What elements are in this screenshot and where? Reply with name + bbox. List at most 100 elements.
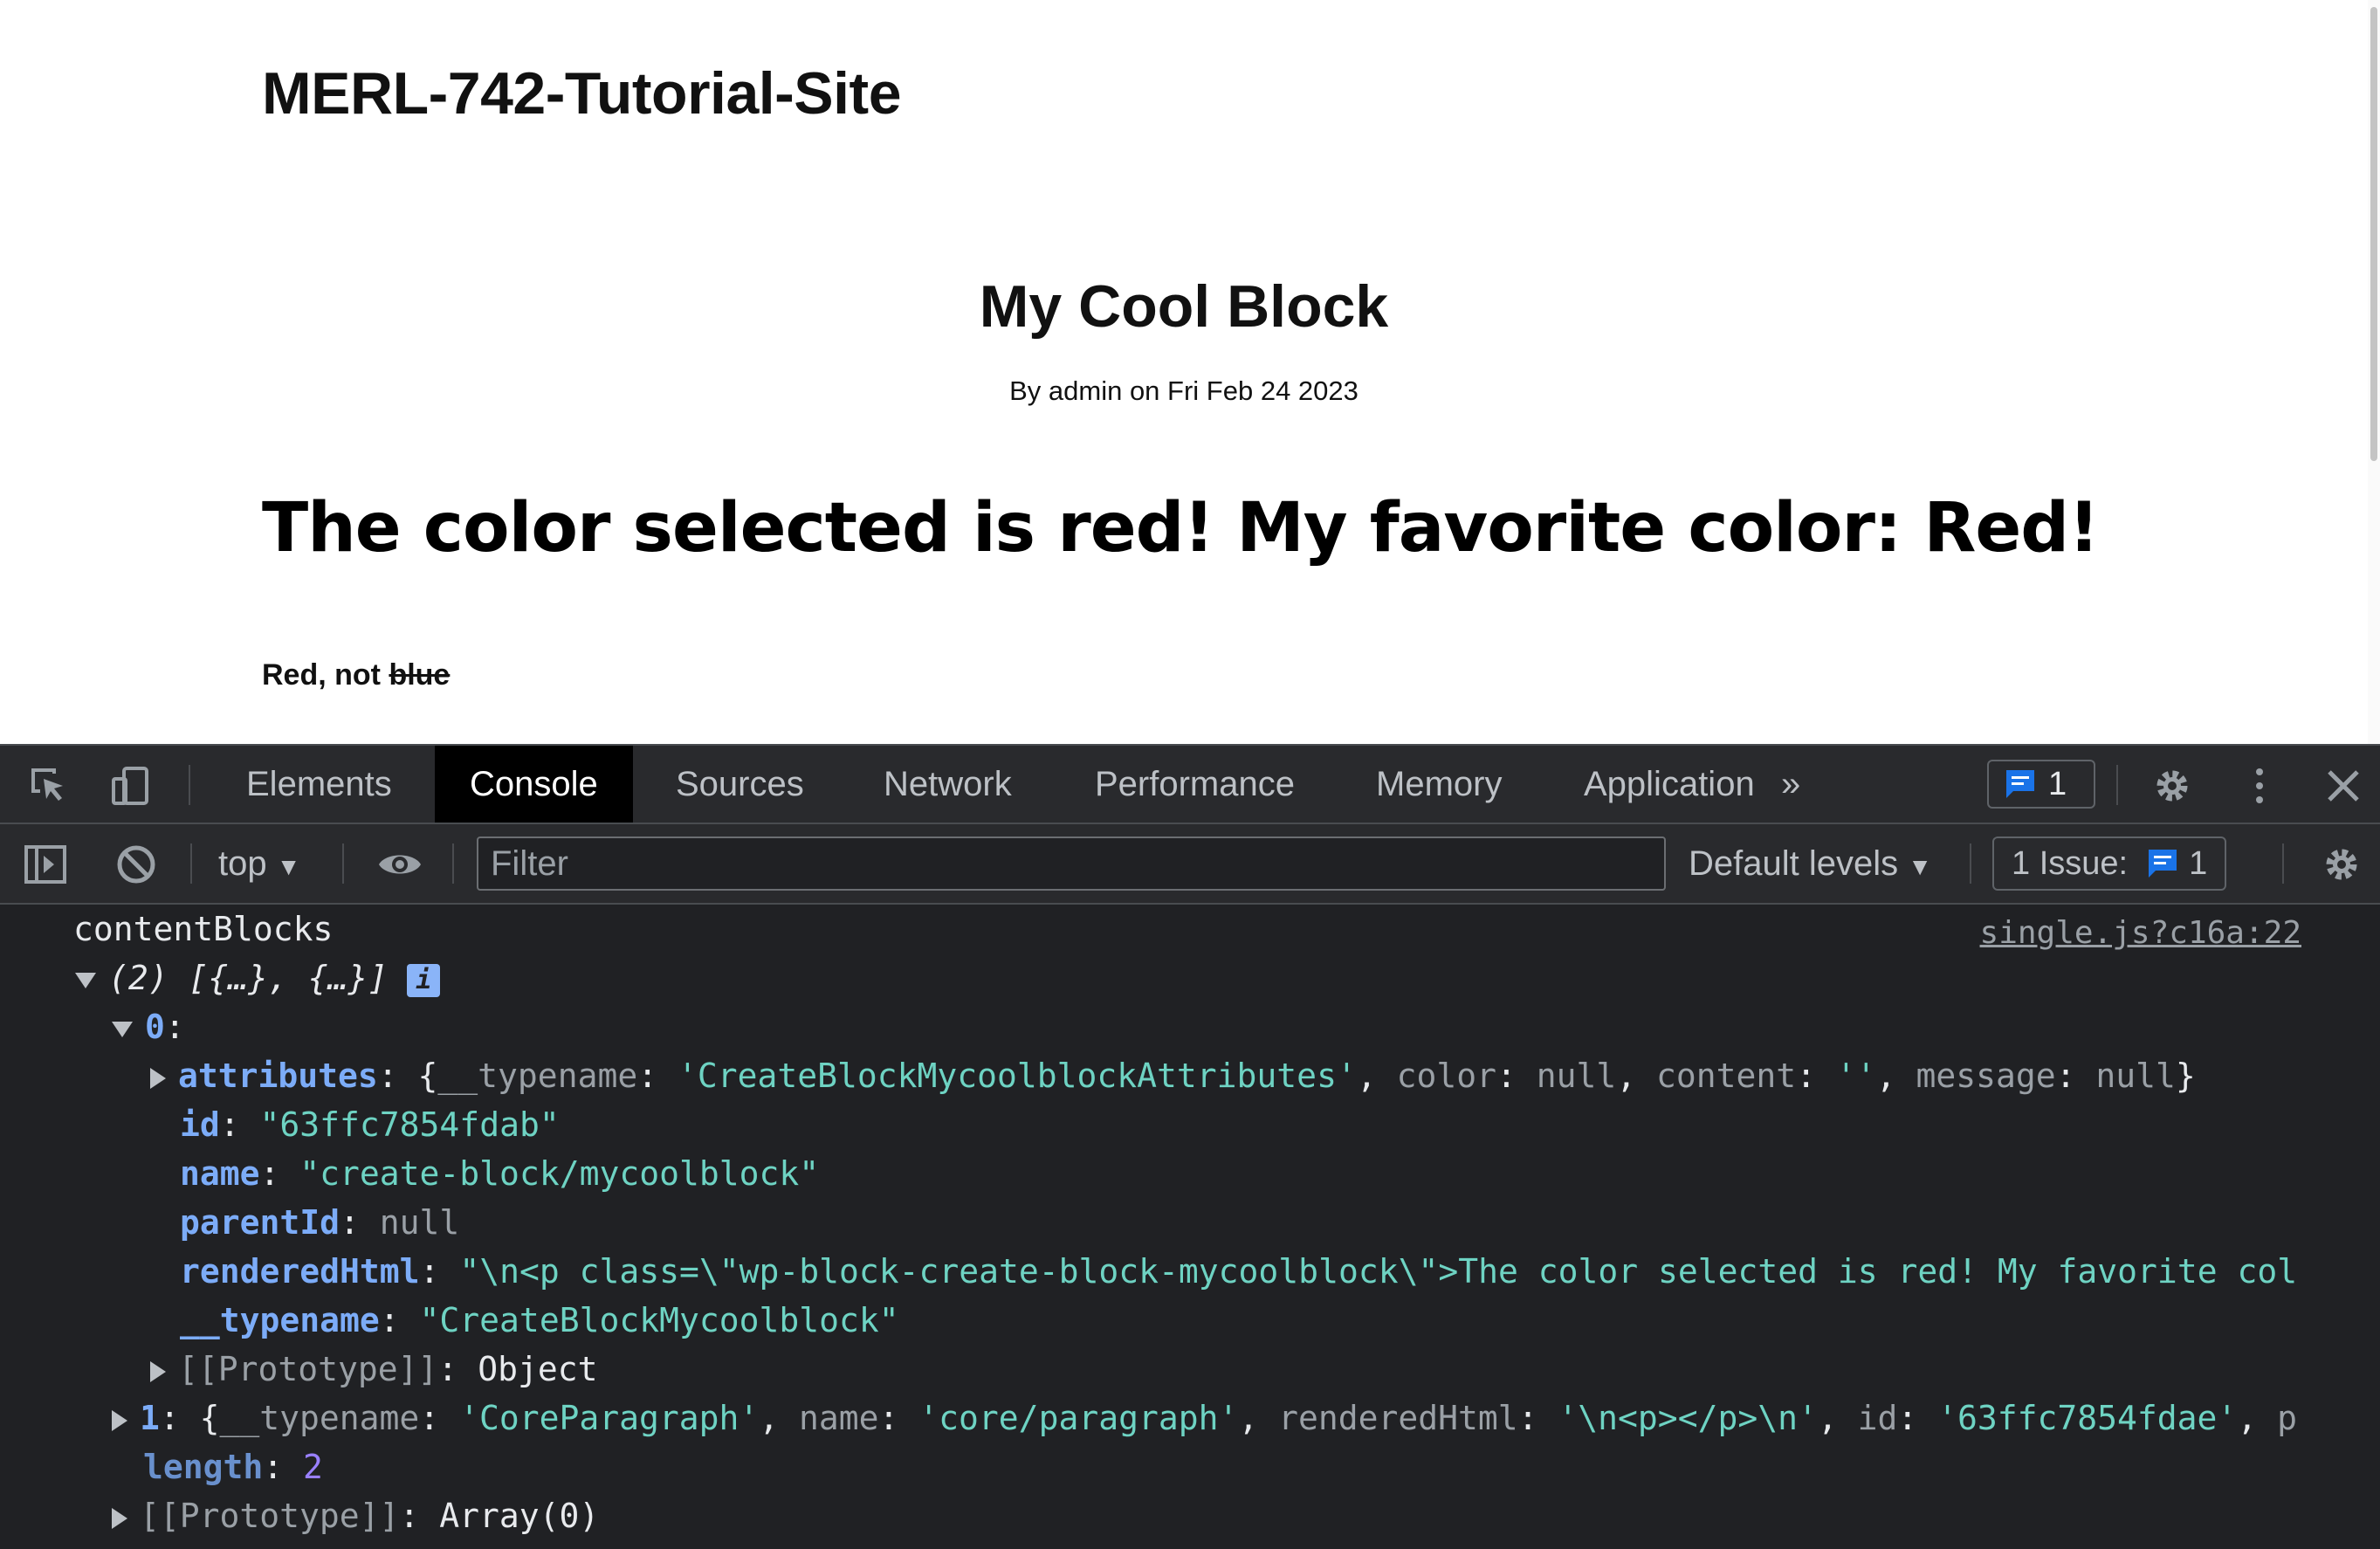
item-1-row[interactable]: 1: {__typename: 'CoreParagraph', name: '… xyxy=(112,1394,2297,1442)
prototype-row[interactable]: [[Prototype]]: Object xyxy=(150,1345,597,1394)
parentId-key: parentId xyxy=(180,1203,340,1242)
tab-memory[interactable]: Memory xyxy=(1341,746,1537,823)
array-prototype-value: Array(0) xyxy=(439,1497,600,1535)
issues-label: 1 Issue: xyxy=(2012,844,2129,882)
attributes-key: attributes xyxy=(178,1057,378,1095)
array-prototype-key: [[Prototype]] xyxy=(140,1497,400,1535)
separator xyxy=(189,765,190,805)
expand-arrow-icon[interactable] xyxy=(112,1409,127,1431)
array-summary: (2) [{…}, {…}] xyxy=(108,959,389,997)
parentId-value: null xyxy=(379,1203,460,1242)
source-link[interactable]: single.js?c16a:22 xyxy=(1980,915,2301,951)
filter-input[interactable]: Filter xyxy=(477,836,1666,891)
messages-count: 1 xyxy=(2048,765,2067,802)
prototype-key: [[Prototype]] xyxy=(178,1350,438,1388)
renderedHtml-row: renderedHtml: "\n<p class=\"wp-block-cre… xyxy=(180,1252,2298,1291)
close-icon[interactable] xyxy=(2321,763,2366,809)
chevron-down-icon: ▼ xyxy=(1908,853,1932,880)
renderedHtml-value: "\n<p class=\"wp-block-create-block-myco… xyxy=(459,1252,2298,1291)
separator xyxy=(1970,843,1971,884)
issues-button[interactable]: 1 Issue: 1 xyxy=(1992,836,2227,891)
more-tabs-button[interactable]: » xyxy=(1781,746,1800,823)
paragraph-struck-text: blue xyxy=(389,658,451,692)
tab-sources[interactable]: Sources xyxy=(641,746,839,823)
log-levels-label: Default levels xyxy=(1689,844,1899,883)
page-scrollbar-thumb[interactable] xyxy=(2370,7,2377,461)
separator xyxy=(452,843,454,884)
paragraph: Red, not blue xyxy=(262,658,450,692)
info-icon[interactable]: i xyxy=(407,963,441,997)
attributes-color: null xyxy=(1536,1057,1617,1095)
name-row: name: "create-block/mycoolblock" xyxy=(180,1154,820,1193)
gear-icon[interactable] xyxy=(2150,763,2195,809)
sidebar-toggle-icon[interactable] xyxy=(23,842,68,887)
typename-value: "CreateBlockMycoolblock" xyxy=(419,1301,899,1339)
issues-count: 1 xyxy=(2189,844,2208,882)
id-value: "63ffc7854fdab" xyxy=(259,1105,560,1144)
item-1-id: '63ffc7854fdae' xyxy=(1937,1399,2238,1437)
inspect-icon[interactable] xyxy=(26,763,72,809)
expand-arrow-icon[interactable] xyxy=(150,1067,166,1089)
page-scrollbar[interactable] xyxy=(2368,0,2380,744)
length-value: 2 xyxy=(303,1448,323,1486)
item-1-name: 'core/paragraph' xyxy=(918,1399,1239,1437)
web-page: MERL-742-Tutorial-Site My Cool Block By … xyxy=(0,0,2380,744)
messages-badge[interactable]: 1 xyxy=(1987,760,2095,809)
id-row: id: "63ffc7854fdab" xyxy=(180,1105,560,1144)
context-value: top xyxy=(218,844,267,883)
item-1-renderedHtml: '\n<p></p>\n' xyxy=(1558,1399,1818,1437)
item-1-index: 1 xyxy=(140,1399,160,1437)
site-title[interactable]: MERL-742-Tutorial-Site xyxy=(262,59,902,127)
clear-console-icon[interactable] xyxy=(113,842,159,887)
separator xyxy=(190,843,192,884)
eye-icon[interactable] xyxy=(377,842,423,887)
id-key: id xyxy=(180,1105,220,1144)
devtools-panel: Elements Console Sources Network Performance… xyxy=(0,744,2380,1549)
item-0-row[interactable]: 0: xyxy=(112,1002,185,1051)
tab-application[interactable]: Application xyxy=(1549,746,1790,823)
tab-console[interactable]: Console xyxy=(435,746,633,823)
paragraph-prefix: Red, not xyxy=(262,658,389,692)
tab-performance[interactable]: Performance xyxy=(1060,746,1330,823)
attributes-typename: 'CreateBlockMycoolblockAttributes' xyxy=(677,1057,1357,1095)
typename-row: __typename: "CreateBlockMycoolblock" xyxy=(180,1301,899,1339)
device-toggle-icon[interactable] xyxy=(108,763,154,809)
separator xyxy=(2116,765,2118,805)
item-1-tail: p xyxy=(2277,1399,2297,1437)
gear-icon[interactable] xyxy=(2319,842,2364,887)
attributes-content: '' xyxy=(1835,1057,1876,1095)
console-toolbar: top ▼ Filter Default levels ▼ 1 Issue: 1 xyxy=(0,824,2380,905)
array-row[interactable]: (2) [{…}, {…}] i xyxy=(75,953,441,1002)
post-title: My Cool Block xyxy=(979,273,1389,340)
tab-network[interactable]: Network xyxy=(849,746,1047,823)
expand-arrow-icon[interactable] xyxy=(150,1360,166,1382)
post-meta: By admin on Fri Feb 24 2023 xyxy=(1009,375,1359,406)
expand-arrow-icon[interactable] xyxy=(112,1021,133,1037)
chevron-down-icon: ▼ xyxy=(276,853,301,880)
renderedHtml-key: renderedHtml xyxy=(180,1252,420,1291)
log-levels-dropdown[interactable]: Default levels ▼ xyxy=(1689,824,1932,903)
message-icon xyxy=(2149,850,2177,878)
parentId-row: parentId: null xyxy=(180,1203,460,1242)
tab-elements[interactable]: Elements xyxy=(211,746,427,823)
name-value: "create-block/mycoolblock" xyxy=(299,1154,820,1193)
separator xyxy=(342,843,344,884)
typename-key: __typename xyxy=(180,1301,380,1339)
expand-arrow-icon[interactable] xyxy=(112,1507,127,1529)
mycoolblock-heading: The color selected is red! My favorite c… xyxy=(262,489,2100,568)
length-key: length xyxy=(143,1448,264,1486)
name-key: name xyxy=(180,1154,260,1193)
item-1-typename: 'CoreParagraph' xyxy=(459,1399,760,1437)
prototype-value: Object xyxy=(478,1350,598,1388)
context-selector[interactable]: top ▼ xyxy=(218,824,300,903)
console-log-label: contentBlocks xyxy=(73,910,334,948)
length-row: length: 2 xyxy=(143,1448,323,1486)
devtools-tabbar: Elements Console Sources Network Performance… xyxy=(0,744,2380,824)
attributes-row[interactable]: attributes: {__typename: 'CreateBlockMyc… xyxy=(150,1051,2196,1100)
array-prototype-row[interactable]: [[Prototype]]: Array(0) xyxy=(112,1491,599,1540)
kebab-menu-icon[interactable] xyxy=(2237,763,2282,809)
expand-arrow-icon[interactable] xyxy=(75,972,96,988)
attributes-message: null xyxy=(2095,1057,2176,1095)
message-icon xyxy=(2006,770,2034,798)
console-output: contentBlocks single.js?c16a:22 (2) [{…}… xyxy=(0,905,2380,1549)
